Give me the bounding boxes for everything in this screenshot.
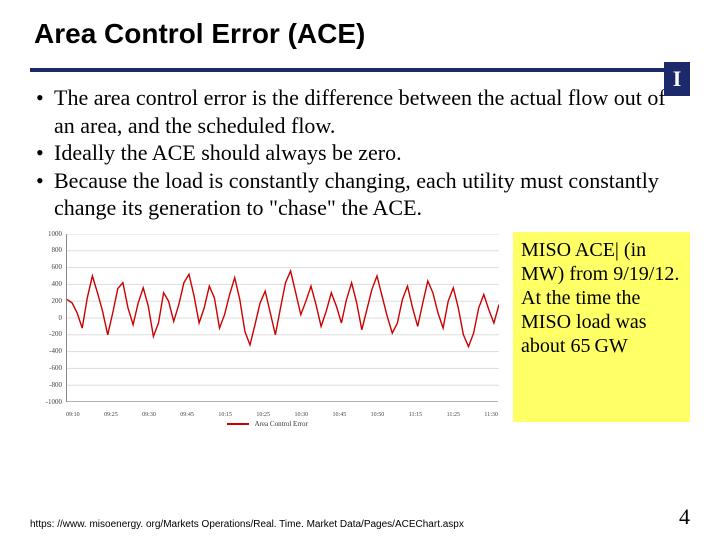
bullet-text: Because the load is constantly changing,… <box>54 167 690 222</box>
bullet-dot: • <box>30 167 54 222</box>
chart-legend: Area Control Error <box>30 420 505 428</box>
legend-label: Area Control Error <box>255 420 308 428</box>
bullet-dot: • <box>30 84 54 139</box>
page-number: 4 <box>679 504 690 530</box>
logo-letter: I <box>673 68 682 90</box>
ace-chart: 10008006004002000-200-400-600-800-1000 0… <box>30 232 505 422</box>
legend-swatch <box>227 423 249 425</box>
chart-y-axis: 10008006004002000-200-400-600-800-1000 <box>30 232 64 404</box>
chart-gridlines <box>67 234 499 402</box>
title-divider <box>30 68 690 72</box>
body-text: • The area control error is the differen… <box>30 84 690 222</box>
chart-x-axis: 09:1009:2509:3009:4510:1510:2510:3010:45… <box>66 412 498 418</box>
annotation-note: MISO ACE| (in MW) from 9/19/12. At the t… <box>513 232 690 422</box>
bullet-text: The area control error is the difference… <box>54 84 690 139</box>
page-title: Area Control Error (ACE) <box>30 18 690 50</box>
chart-plot-area <box>66 234 498 402</box>
bullet-text: Ideally the ACE should always be zero. <box>54 139 690 167</box>
chart-svg <box>67 234 499 402</box>
bullet-dot: • <box>30 139 54 167</box>
illinois-logo: I <box>664 62 690 96</box>
source-url: https: //www. misoenergy. org/Markets Op… <box>30 519 464 530</box>
